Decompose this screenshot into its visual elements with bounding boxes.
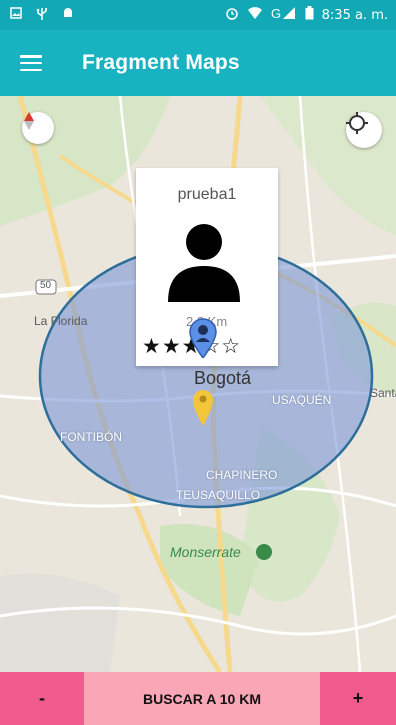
route-label: 50 xyxy=(40,280,52,291)
alarm-icon xyxy=(225,6,239,24)
usb-icon xyxy=(36,7,48,24)
map-label-fontibon: FONTIBÓN xyxy=(60,430,122,444)
map-label-bogota: Bogotá xyxy=(194,368,252,388)
map-label-usaquen: USAQUÉN xyxy=(272,393,332,407)
menu-icon[interactable] xyxy=(20,55,42,71)
android-icon xyxy=(62,7,74,24)
app-bar: Fragment Maps xyxy=(0,30,396,96)
map-label-la-florida: La Florida xyxy=(34,314,88,328)
signal-icon: G xyxy=(271,6,297,24)
battery-icon xyxy=(305,6,314,24)
image-icon xyxy=(10,6,22,24)
wifi-icon xyxy=(247,6,263,24)
search-radius-button[interactable]: BUSCAR A 10 KM xyxy=(84,672,320,725)
park-icon xyxy=(256,544,272,560)
user-name: prueba1 xyxy=(177,186,237,203)
person-icon xyxy=(164,222,244,302)
map-label-chapinero: CHAPINERO xyxy=(206,468,278,482)
map-label-monserrate: Monserrate xyxy=(170,544,241,560)
user-location-marker[interactable] xyxy=(188,318,218,358)
zoom-in-button[interactable]: + xyxy=(320,672,396,725)
map-view[interactable]: 50 La Florida Bogotá USAQUÉN Santa FONTI… xyxy=(0,96,396,672)
status-time: 8:35 a. m. xyxy=(321,7,388,23)
page-title: Fragment Maps xyxy=(82,51,240,74)
compass-icon[interactable] xyxy=(22,112,54,144)
status-right-icons: G 8:35 a. m. xyxy=(225,6,396,24)
map-label-teusaquillo: TEUSAQUILLO xyxy=(176,488,261,502)
zoom-out-button[interactable]: - xyxy=(0,672,84,725)
status-bar: G 8:35 a. m. xyxy=(0,0,396,30)
status-left-icons xyxy=(0,6,74,24)
search-center-marker[interactable] xyxy=(192,388,214,426)
svg-text:G: G xyxy=(271,6,281,20)
map-label-santa: Santa xyxy=(370,386,396,400)
bottom-bar: - BUSCAR A 10 KM + xyxy=(0,672,396,725)
my-location-icon[interactable] xyxy=(346,112,382,148)
